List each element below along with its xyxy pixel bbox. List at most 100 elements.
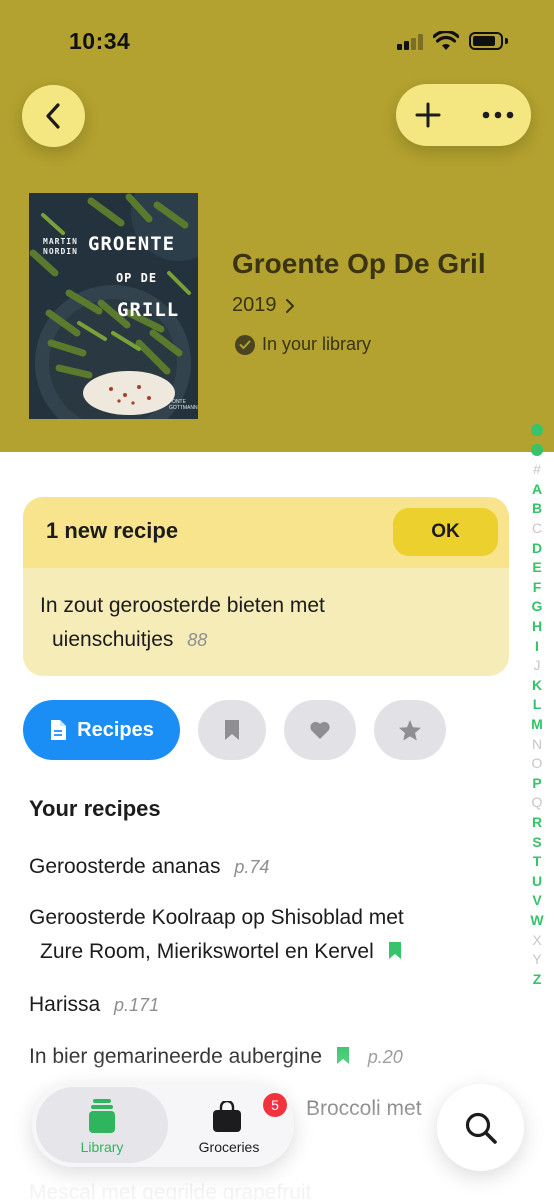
index-letter[interactable]: G [526, 598, 548, 614]
new-recipe-card: 1 new recipe OK In zout geroosterde biet… [23, 497, 509, 676]
tab-bar: Library 5 Groceries [32, 1083, 294, 1167]
recipe-name-line2-row: Zure Room, Mierikswortel en Kervel [29, 935, 404, 969]
index-letter[interactable]: B [526, 500, 548, 516]
tab-groceries-label: Groceries [198, 1139, 260, 1155]
book-year: 2019 [232, 294, 277, 316]
index-letter[interactable]: N [526, 736, 548, 752]
chevron-left-icon [45, 103, 60, 129]
status-bar: 10:34 [0, 0, 554, 80]
index-letter[interactable]: J [526, 657, 548, 673]
index-dot [531, 424, 543, 436]
back-button[interactable] [22, 85, 85, 147]
index-letter[interactable]: D [526, 540, 548, 556]
index-letter[interactable]: U [526, 873, 548, 889]
new-recipe-name-line1: In zout geroosterde bieten met [40, 594, 325, 617]
battery-icon [469, 32, 503, 50]
checkmark-icon [235, 334, 255, 355]
index-letter[interactable]: W [526, 912, 548, 928]
recipe-name: In bier gemarineerde aubergine [29, 1045, 323, 1068]
search-icon [465, 1112, 497, 1144]
index-letter[interactable]: Y [526, 951, 548, 967]
book-cover[interactable]: MARTIN NORDIN GROENTE OP DE GRILL FONTE … [29, 193, 198, 419]
ok-button[interactable]: OK [393, 508, 498, 556]
cover-title-line3: GRILL [117, 299, 180, 321]
cover-title-line1: GROENTE [88, 233, 176, 255]
recipe-item[interactable]: Mescal met gegrilde grapefruit [29, 1176, 311, 1200]
recipe-page: p.74 [234, 857, 270, 877]
recipe-name-line1: Geroosterde Koolraap op Shisoblad met [29, 906, 404, 929]
books-icon [89, 1099, 115, 1133]
book-year-link[interactable]: 2019 [232, 294, 295, 317]
bookmark-icon [388, 942, 401, 959]
recipe-item[interactable]: Geroosterde Koolraap op Shisoblad met Zu… [29, 901, 404, 969]
index-letter[interactable]: L [526, 696, 548, 712]
cover-author: MARTIN NORDIN [43, 237, 78, 256]
recipe-name: Harissa [29, 993, 101, 1016]
bookmark-icon [336, 1047, 349, 1064]
index-letter[interactable]: M [526, 716, 548, 732]
groceries-badge: 5 [263, 1093, 287, 1117]
tab-groceries[interactable]: 5 Groceries [168, 1087, 290, 1163]
index-letter[interactable]: V [526, 892, 548, 908]
ellipsis-icon [482, 111, 514, 119]
document-icon [51, 720, 67, 740]
recipe-page: p.171 [114, 995, 160, 1015]
index-letter[interactable]: O [526, 755, 548, 771]
recipe-name: Geroosterde ananas [29, 855, 221, 878]
new-recipe-title: 1 new recipe [46, 518, 179, 543]
index-letter[interactable]: S [526, 834, 548, 850]
favorites-filter-button[interactable] [284, 700, 356, 760]
library-status: In your library [235, 334, 371, 355]
tab-library-label: Library [80, 1139, 124, 1155]
index-letter[interactable]: Q [526, 794, 548, 810]
recipe-item[interactable]: Harissa p.171 [29, 988, 159, 1022]
bookmark-icon [225, 720, 239, 740]
index-letter[interactable]: H [526, 618, 548, 634]
tab-library[interactable]: Library [36, 1087, 168, 1163]
more-options-button[interactable] [476, 93, 520, 137]
index-letter[interactable]: K [526, 677, 548, 693]
recipes-filter-label: Recipes [77, 718, 154, 741]
new-recipe-page: 88 [187, 630, 208, 650]
cellular-signal-icon [397, 34, 425, 50]
recipe-page: p.20 [367, 1047, 403, 1067]
star-icon [399, 720, 421, 741]
index-letter[interactable]: I [526, 638, 548, 654]
bookmarked-filter-button[interactable] [198, 700, 266, 760]
recipes-filter-button[interactable]: Recipes [23, 700, 180, 760]
index-letter[interactable]: E [526, 559, 548, 575]
add-button[interactable] [406, 93, 450, 137]
recipe-name: Broccoli met [306, 1097, 422, 1120]
shopping-bag-icon [213, 1101, 241, 1132]
search-button[interactable] [437, 1084, 524, 1171]
index-letter[interactable]: Z [526, 971, 548, 987]
cover-publisher: FONTE GOTTMANN [169, 399, 198, 411]
recipe-item[interactable]: Geroosterde ananas p.74 [29, 850, 269, 884]
battery-cap [505, 38, 508, 44]
recipe-name-line2: Zure Room, Mierikswortel en Kervel [40, 940, 374, 963]
new-recipe-item[interactable]: In zout geroosterde bieten met uienschui… [40, 589, 440, 657]
index-letter[interactable]: R [526, 814, 548, 830]
chevron-right-icon [285, 298, 294, 313]
index-letter[interactable]: P [526, 775, 548, 791]
recipe-name: Mescal met gegrilde grapefruit [29, 1181, 312, 1200]
index-letter[interactable]: X [526, 932, 548, 948]
index-letter[interactable]: C [526, 520, 548, 536]
library-status-label: In your library [262, 334, 372, 354]
plus-icon [415, 102, 441, 128]
index-letter[interactable]: A [526, 481, 548, 497]
recipe-item[interactable]: In bier gemarineerde aubergine p.20 [29, 1040, 403, 1074]
index-letter[interactable]: F [526, 579, 548, 595]
rated-filter-button[interactable] [374, 700, 446, 760]
section-title: Your recipes [29, 796, 161, 821]
new-recipe-name-line2-row: uienschuitjes 88 [40, 623, 440, 657]
index-letter[interactable]: T [526, 853, 548, 869]
book-title: Groente Op De Gril [232, 248, 486, 279]
new-recipe-name-line2: uienschuitjes [52, 628, 174, 651]
index-letter[interactable]: # [526, 461, 548, 477]
recipe-item[interactable]: Broccoli met [306, 1092, 422, 1126]
alphabet-index[interactable]: # A B C D E F G H I J K L M N O P Q R S T U V W X Y Z [526, 422, 548, 992]
status-time: 10:34 [69, 28, 131, 54]
cover-title-line2: OP DE [115, 271, 158, 285]
heart-icon [310, 721, 330, 739]
